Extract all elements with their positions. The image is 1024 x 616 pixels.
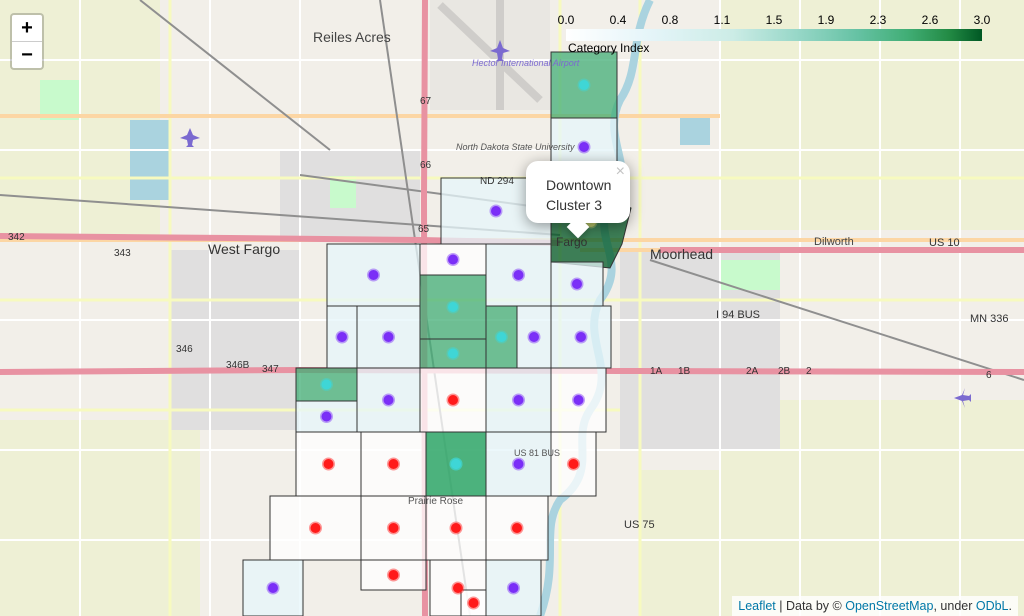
popup-content: Downtown Cluster 3 [546, 175, 611, 215]
popup-line-2: Cluster 3 [546, 197, 603, 213]
label-west-fargo: West Fargo [208, 241, 280, 257]
attribution-end: . [1008, 599, 1012, 613]
label-us10: US 10 [929, 237, 960, 249]
label-r6: 6 [986, 370, 992, 381]
label-r67: 67 [420, 96, 432, 107]
cluster-marker-17[interactable] [446, 393, 460, 407]
cluster-marker-28[interactable] [387, 521, 400, 535]
cluster-marker-14[interactable] [574, 330, 588, 344]
cluster-marker-24[interactable] [512, 457, 525, 471]
label-r2b: 2B [778, 366, 791, 377]
attribution-sep1: | Data by © [775, 599, 846, 613]
odbl-link[interactable]: ODbL [976, 599, 1009, 613]
cluster-marker-2[interactable] [489, 204, 503, 218]
label-fargo: Fargo [556, 235, 588, 249]
cluster-marker-19[interactable] [572, 393, 585, 407]
label-dilworth: Dilworth [814, 236, 854, 248]
cluster-marker-11[interactable] [382, 330, 395, 344]
cluster-marker-31[interactable] [266, 581, 280, 595]
legend-tick-4: 1.5 [765, 13, 783, 27]
cluster-marker-10[interactable] [335, 330, 349, 344]
label-moorhead: Moorhead [650, 246, 713, 262]
label-nd294: ND 294 [480, 176, 514, 187]
legend-tick-2: 0.8 [661, 13, 679, 27]
zoom-out-button[interactable]: − [12, 41, 42, 68]
label-r65: 65 [418, 224, 430, 235]
label-r1a: 1A [650, 366, 663, 377]
cluster-marker-1[interactable] [577, 140, 591, 154]
label-r2: 2 [806, 366, 812, 377]
legend-caption: Category Index [568, 41, 650, 55]
cluster-marker-26[interactable] [567, 457, 580, 471]
cluster-marker-33[interactable] [451, 581, 465, 595]
label-r342: 342 [8, 232, 25, 243]
popup-close-icon[interactable]: × [616, 163, 625, 181]
color-legend: 0.0 0.4 0.8 1.1 1.5 1.9 2.3 2.6 3.0 Category Ind… [557, 13, 991, 55]
cluster-marker-18[interactable] [512, 393, 525, 407]
label-airport: Hector International Airport [472, 58, 580, 68]
cluster-marker-21[interactable] [320, 410, 333, 423]
cluster-marker-35[interactable] [507, 581, 520, 595]
legend-tick-7: 2.6 [921, 13, 939, 27]
leaflet-link[interactable]: Leaflet [738, 599, 776, 613]
cluster-marker-9[interactable] [446, 347, 460, 360]
cluster-marker-3[interactable] [512, 268, 525, 282]
legend-ticks: 0.0 0.4 0.8 1.1 1.5 1.9 2.3 2.6 3.0 [557, 13, 991, 27]
legend-tick-3: 1.1 [713, 13, 731, 27]
cluster-marker-13[interactable] [527, 330, 541, 344]
cluster-marker-30[interactable] [510, 521, 524, 535]
cluster-marker-12[interactable] [495, 330, 508, 344]
cluster-marker-0[interactable] [577, 78, 591, 92]
legend-color-bar [566, 29, 982, 41]
cluster-marker-5[interactable] [570, 277, 584, 291]
cluster-marker-25[interactable] [387, 457, 400, 471]
marker-popup: Downtown Cluster 3 × [526, 161, 630, 239]
popup-line-1: Downtown [546, 177, 612, 193]
label-r343: 343 [114, 248, 131, 259]
cluster-marker-34[interactable] [467, 596, 480, 610]
label-r66: 66 [420, 160, 432, 171]
label-r347: 347 [262, 364, 279, 375]
label-r346: 346 [176, 344, 193, 355]
label-r346b: 346B [226, 360, 250, 371]
cluster-marker-23[interactable] [449, 457, 463, 471]
label-us75: US 75 [624, 519, 655, 531]
cluster-marker-15[interactable] [382, 393, 395, 407]
legend-tick-8: 3.0 [973, 13, 991, 27]
label-ndsu: North Dakota State University [456, 142, 575, 152]
label-mn336: MN 336 [970, 313, 1009, 325]
cluster-marker-6[interactable] [367, 268, 380, 282]
label-us81bus: US 81 BUS [514, 448, 560, 458]
label-prairie-rose: Prairie Rose [408, 496, 463, 507]
zoom-in-button[interactable]: + [12, 15, 42, 41]
label-reiles-acres: Reiles Acres [313, 29, 391, 45]
cluster-marker-8[interactable] [446, 300, 460, 314]
airport-area [430, 0, 550, 110]
cluster-marker-22[interactable] [322, 457, 335, 471]
attribution-sep2: , under [933, 599, 976, 613]
legend-tick-5: 1.9 [817, 13, 835, 27]
legend-tick-6: 2.3 [869, 13, 887, 27]
label-i94bus: I 94 BUS [716, 309, 760, 321]
cluster-marker-16[interactable] [320, 378, 333, 391]
cluster-marker-32[interactable] [387, 568, 400, 582]
label-r1b: 1B [678, 366, 691, 377]
label-r2a: 2A [746, 366, 759, 377]
cluster-marker-7[interactable] [446, 253, 460, 266]
cluster-marker-27[interactable] [309, 521, 322, 535]
osm-link[interactable]: OpenStreetMap [845, 599, 933, 613]
cluster-marker-29[interactable] [449, 521, 463, 535]
legend-tick-1: 0.4 [609, 13, 627, 27]
zoom-control: + − [10, 13, 44, 70]
map-attribution: Leaflet | Data by © OpenStreetMap, under… [732, 596, 1018, 616]
legend-tick-0: 0.0 [557, 13, 575, 27]
map-canvas[interactable]: Reiles Acres West Fargo Moorhead Dilwort… [0, 0, 1024, 616]
